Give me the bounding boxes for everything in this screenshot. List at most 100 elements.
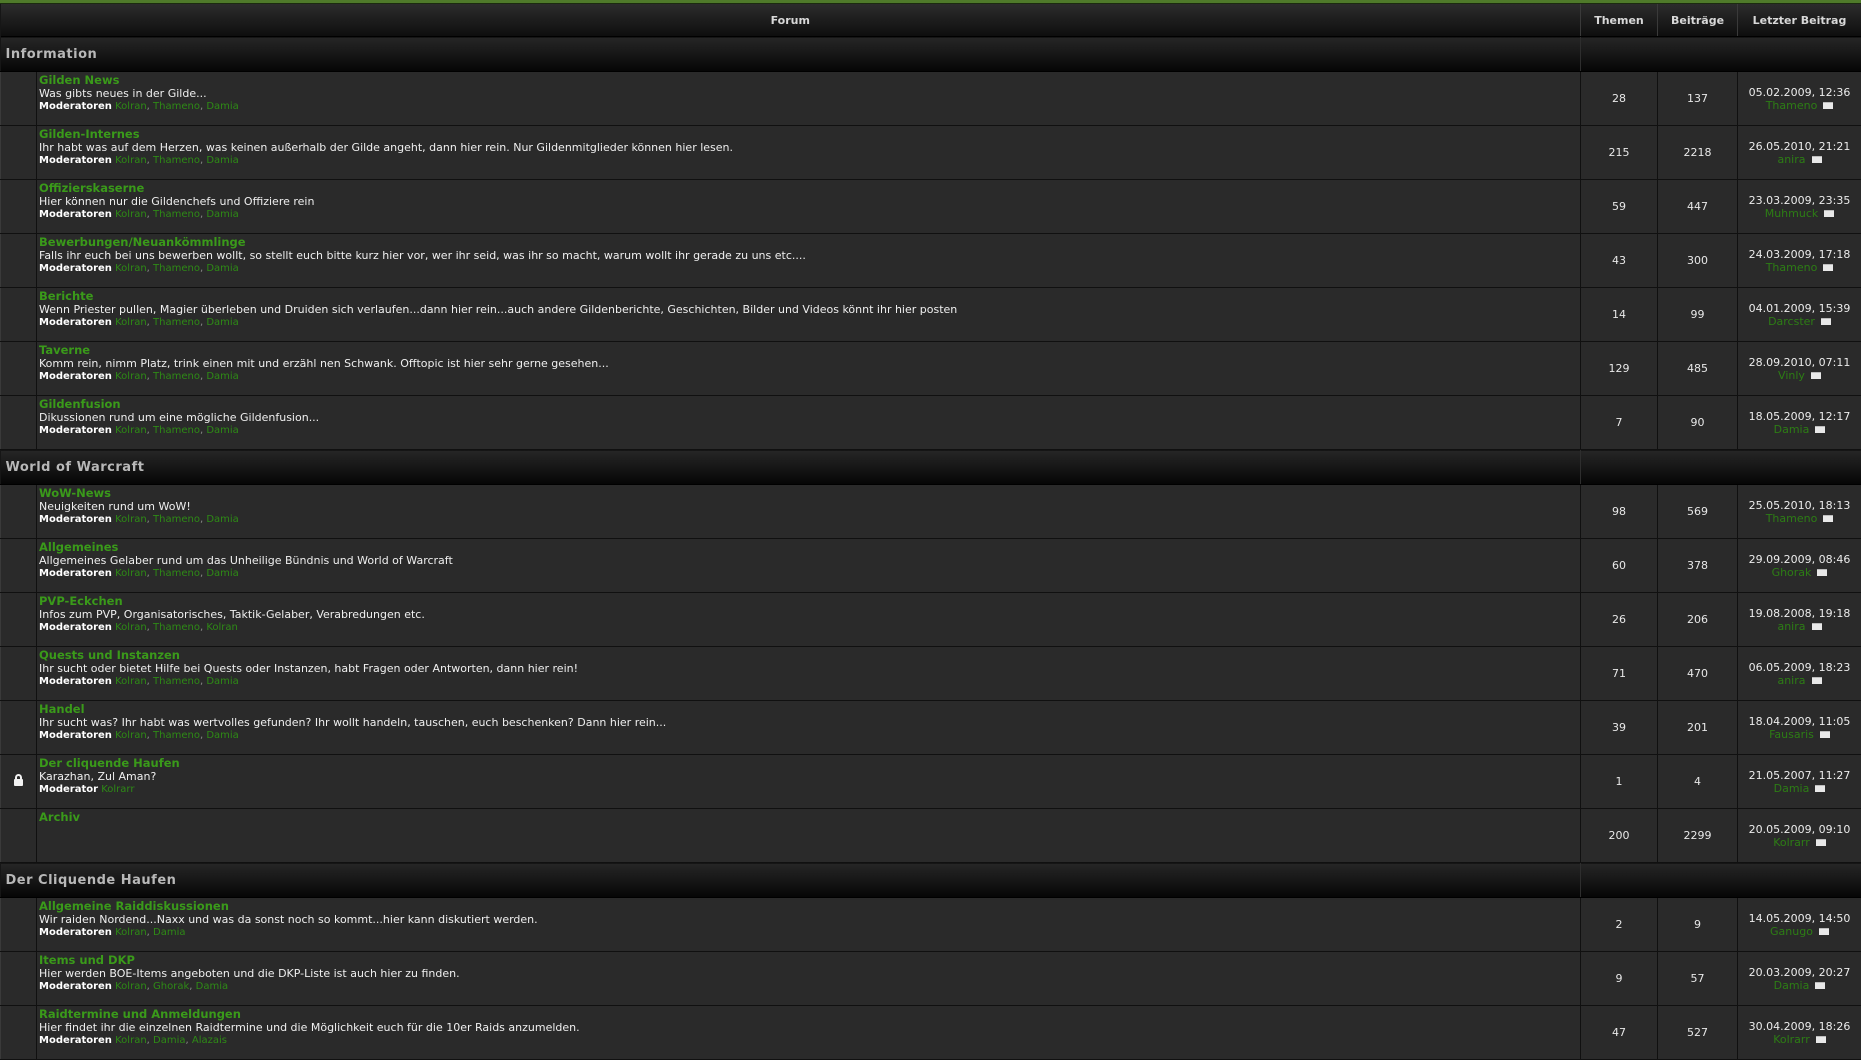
forum-title-link[interactable]: Archiv <box>39 811 1580 824</box>
moderator-link[interactable]: Damia <box>206 514 238 525</box>
go-to-post-icon[interactable] <box>1824 210 1834 217</box>
moderator-link[interactable]: Thameno <box>153 425 200 436</box>
last-post-user[interactable]: Ganugo <box>1770 925 1813 938</box>
last-post-user[interactable]: anira <box>1777 674 1805 687</box>
go-to-post-icon[interactable] <box>1819 928 1829 935</box>
forum-title-link[interactable]: Quests und Instanzen <box>39 649 1580 662</box>
category-title[interactable]: World of Warcraft <box>1 450 1581 485</box>
category-title[interactable]: Information <box>1 37 1581 72</box>
moderator-link[interactable]: Kolran <box>115 568 147 579</box>
forum-description: Falls ihr euch bei uns bewerben wollt, s… <box>39 249 1580 262</box>
moderator-link[interactable]: Kolrarr <box>101 784 134 795</box>
moderator-link[interactable]: Thameno <box>153 263 200 274</box>
moderator-link[interactable]: Ghorak <box>153 981 189 992</box>
last-post-user[interactable]: Thameno <box>1766 512 1818 525</box>
go-to-post-icon[interactable] <box>1823 102 1833 109</box>
moderator-link[interactable]: Damia <box>206 730 238 741</box>
go-to-post-icon[interactable] <box>1816 839 1826 846</box>
last-post-user[interactable]: Thameno <box>1766 99 1818 112</box>
go-to-post-icon[interactable] <box>1823 264 1833 271</box>
forum-title-link[interactable]: Allgemeine Raiddiskussionen <box>39 900 1580 913</box>
go-to-post-icon[interactable] <box>1811 372 1821 379</box>
moderator-link[interactable]: Damia <box>206 676 238 687</box>
moderator-link[interactable]: Kolran <box>115 514 147 525</box>
moderator-link[interactable]: Damia <box>206 371 238 382</box>
moderator-link[interactable]: Kolran <box>115 981 147 992</box>
moderator-link[interactable]: Damia <box>206 317 238 328</box>
moderator-link[interactable]: Kolran <box>115 371 147 382</box>
last-post-user[interactable]: anira <box>1777 153 1805 166</box>
moderator-link[interactable]: Thameno <box>153 514 200 525</box>
moderator-link[interactable]: Kolran <box>115 622 147 633</box>
moderator-link[interactable]: Damia <box>206 101 238 112</box>
go-to-post-icon[interactable] <box>1820 731 1830 738</box>
forum-title-link[interactable]: Bewerbungen/Neuankömmlinge <box>39 236 1580 249</box>
forum-title-link[interactable]: Raidtermine und Anmeldungen <box>39 1008 1580 1021</box>
last-post-user[interactable]: Damia <box>1774 423 1810 436</box>
moderator-link[interactable]: Thameno <box>153 209 200 220</box>
forum-title-link[interactable]: Gilden News <box>39 74 1580 87</box>
last-post-user[interactable]: Damia <box>1774 782 1810 795</box>
last-post-user[interactable]: Darcster <box>1768 315 1815 328</box>
forum-title-link[interactable]: PVP-Eckchen <box>39 595 1580 608</box>
moderator-link[interactable]: Damia <box>206 425 238 436</box>
forum-title-link[interactable]: Gildenfusion <box>39 398 1580 411</box>
moderator-link[interactable]: Kolran <box>115 730 147 741</box>
moderator-link[interactable]: Thameno <box>153 622 200 633</box>
go-to-post-icon[interactable] <box>1812 623 1822 630</box>
go-to-post-icon[interactable] <box>1815 785 1825 792</box>
last-post-user[interactable]: Thameno <box>1766 261 1818 274</box>
moderator-link[interactable]: Thameno <box>153 568 200 579</box>
moderator-link[interactable]: Damia <box>206 155 238 166</box>
last-post-user[interactable]: Kolrarr <box>1773 836 1810 849</box>
moderator-link[interactable]: Kolran <box>115 155 147 166</box>
forum-title-link[interactable]: Berichte <box>39 290 1580 303</box>
moderator-link[interactable]: Thameno <box>153 155 200 166</box>
go-to-post-icon[interactable] <box>1812 677 1822 684</box>
last-post-user[interactable]: Ghorak <box>1772 566 1812 579</box>
last-post-user[interactable]: Muhmuck <box>1765 207 1819 220</box>
go-to-post-icon[interactable] <box>1823 515 1833 522</box>
moderator-link[interactable]: Thameno <box>153 317 200 328</box>
forum-title-link[interactable]: Der cliquende Haufen <box>39 757 1580 770</box>
moderator-link[interactable]: Kolran <box>115 676 147 687</box>
last-post-user[interactable]: Vinly <box>1778 369 1805 382</box>
last-post-user[interactable]: Damia <box>1774 979 1810 992</box>
last-post-user[interactable]: Fausaris <box>1769 728 1814 741</box>
moderator-link[interactable]: Kolran <box>115 209 147 220</box>
forum-title-link[interactable]: Handel <box>39 703 1580 716</box>
moderator-link[interactable]: Damia <box>196 981 228 992</box>
moderator-link[interactable]: Alazais <box>192 1035 227 1046</box>
forum-title-link[interactable]: WoW-News <box>39 487 1580 500</box>
go-to-post-icon[interactable] <box>1812 156 1822 163</box>
forum-title-link[interactable]: Offizierskaserne <box>39 182 1580 195</box>
moderator-link[interactable]: Damia <box>206 209 238 220</box>
moderator-link[interactable]: Damia <box>153 1035 185 1046</box>
moderator-link[interactable]: Kolran <box>115 927 147 938</box>
go-to-post-icon[interactable] <box>1821 318 1831 325</box>
forum-title-link[interactable]: Allgemeines <box>39 541 1580 554</box>
category-title[interactable]: Der Cliquende Haufen <box>1 863 1581 898</box>
moderator-link[interactable]: Damia <box>206 263 238 274</box>
go-to-post-icon[interactable] <box>1815 982 1825 989</box>
last-post-user[interactable]: Kolrarr <box>1773 1033 1810 1046</box>
moderator-link[interactable]: Damia <box>206 568 238 579</box>
moderator-link[interactable]: Thameno <box>153 101 200 112</box>
moderator-link[interactable]: Kolran <box>206 622 238 633</box>
moderator-link[interactable]: Damia <box>153 927 185 938</box>
go-to-post-icon[interactable] <box>1817 569 1827 576</box>
moderator-link[interactable]: Thameno <box>153 371 200 382</box>
moderator-link[interactable]: Kolran <box>115 263 147 274</box>
go-to-post-icon[interactable] <box>1815 426 1825 433</box>
last-post-user[interactable]: anira <box>1777 620 1805 633</box>
moderator-link[interactable]: Thameno <box>153 676 200 687</box>
moderator-link[interactable]: Kolran <box>115 317 147 328</box>
forum-title-link[interactable]: Items und DKP <box>39 954 1580 967</box>
forum-title-link[interactable]: Gilden-Internes <box>39 128 1580 141</box>
moderator-link[interactable]: Kolran <box>115 101 147 112</box>
forum-title-link[interactable]: Taverne <box>39 344 1580 357</box>
moderator-link[interactable]: Kolran <box>115 1035 147 1046</box>
moderator-link[interactable]: Kolran <box>115 425 147 436</box>
moderator-link[interactable]: Thameno <box>153 730 200 741</box>
go-to-post-icon[interactable] <box>1816 1036 1826 1043</box>
